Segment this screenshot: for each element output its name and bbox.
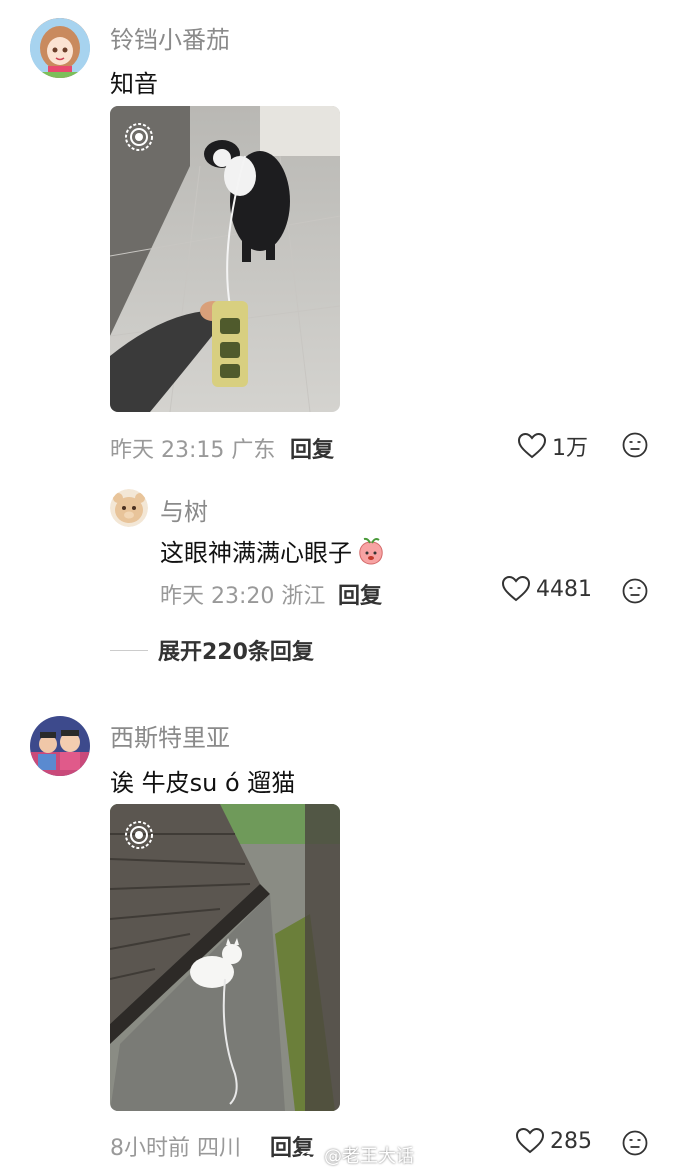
reply-time: 昨天 23:20: [160, 584, 275, 609]
live-photo-icon: [125, 821, 153, 849]
avatar[interactable]: [30, 18, 90, 78]
heart-outline-icon: [502, 576, 530, 602]
like-count: 285: [550, 1128, 592, 1154]
reply-text: 这眼神满满心眼子: [160, 533, 386, 568]
expand-divider: [110, 649, 148, 651]
comment-text: 知音: [110, 70, 158, 98]
reply-location: 浙江: [281, 584, 326, 609]
emoji-face-icon[interactable]: [622, 578, 648, 604]
comment-text: 诶 牛皮su ó 遛猫: [110, 769, 296, 797]
reply-avatar[interactable]: [110, 489, 148, 527]
reply-button[interactable]: 回复: [290, 432, 334, 464]
emoji-face-icon[interactable]: [622, 1130, 648, 1156]
comment-time: 昨天 23:15: [110, 438, 225, 463]
comment-time-location: 昨天 23:15 广东: [110, 432, 275, 464]
live-photo-icon: [125, 123, 153, 151]
comment-time-location: 8小时前 四川: [110, 1130, 241, 1162]
reply-reply-button[interactable]: 回复: [338, 578, 382, 610]
comment-image[interactable]: [110, 106, 340, 412]
watermark: @老王大话: [300, 1142, 414, 1168]
reply-text-content: 这眼神满满心眼子: [160, 539, 352, 567]
comment-time: 8小时前: [110, 1136, 190, 1161]
reply-username[interactable]: 与树: [160, 492, 208, 527]
comment-location: 四川: [197, 1136, 242, 1161]
weibo-icon: [300, 1148, 319, 1163]
like-count: 1万: [552, 436, 588, 461]
like-button[interactable]: 1万: [518, 430, 588, 462]
expand-replies-label: 展开220条回复: [158, 640, 314, 665]
reply-time-location: 昨天 23:20 浙江: [160, 578, 325, 610]
emoji-face-icon[interactable]: [622, 432, 648, 458]
reply-like-button[interactable]: 4481: [502, 576, 592, 602]
heart-outline-icon: [516, 1128, 544, 1154]
heart-outline-icon: [518, 433, 546, 459]
avatar[interactable]: [30, 716, 90, 776]
like-button[interactable]: 285: [516, 1128, 592, 1154]
reply-like-count: 4481: [536, 576, 592, 602]
comment-image[interactable]: [110, 804, 340, 1111]
comment-username[interactable]: 铃铛小番茄: [110, 20, 230, 55]
comment-username[interactable]: 西斯特里亚: [110, 718, 230, 753]
watermark-text: @老王大话: [324, 1146, 414, 1167]
peach-emoji-icon: [359, 537, 383, 565]
expand-replies-button[interactable]: 展开220条回复: [110, 634, 314, 666]
comment-location: 广东: [231, 438, 276, 463]
